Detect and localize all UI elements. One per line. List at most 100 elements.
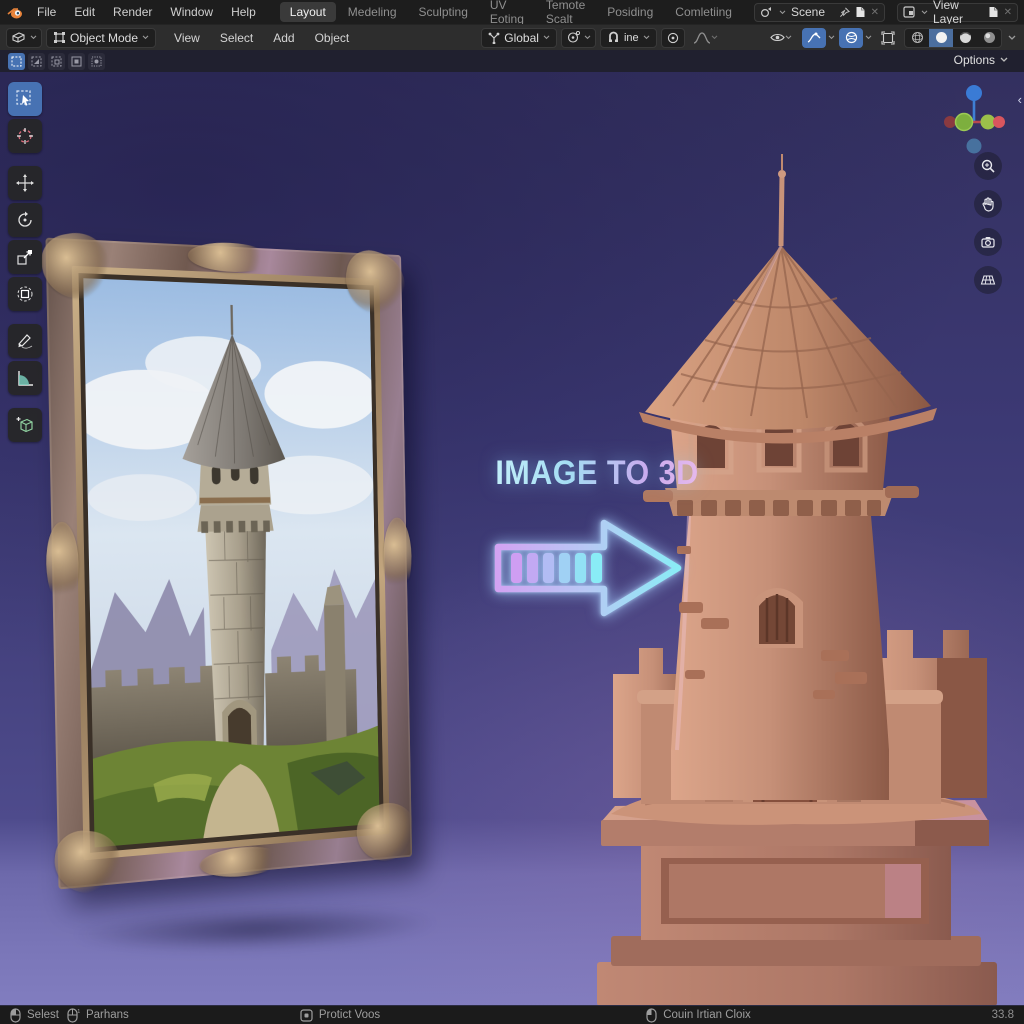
zoom-view-button[interactable] xyxy=(974,152,1002,180)
tab-sculpting[interactable]: Sculpting xyxy=(409,2,478,22)
snapping-selector[interactable]: ine xyxy=(600,28,657,48)
menu-window[interactable]: Window xyxy=(162,2,221,22)
frame-ornament-icon xyxy=(199,844,284,880)
proportional-editing-toggle[interactable] xyxy=(661,28,685,48)
overlay-settings-button[interactable] xyxy=(876,28,900,48)
show-gizmo-dropdown[interactable] xyxy=(764,28,798,48)
camera-view-button[interactable] xyxy=(974,228,1002,256)
menu-help[interactable]: Help xyxy=(223,2,264,22)
mouse-right-icon: 1 xyxy=(67,1008,80,1023)
gizmo-y-axis[interactable] xyxy=(956,114,973,131)
chevron-down-icon[interactable] xyxy=(1008,35,1016,41)
remove-view-layer-icon[interactable]: ✕ xyxy=(1004,7,1012,18)
material-preview-icon xyxy=(959,31,972,44)
menu-render[interactable]: Render xyxy=(105,2,160,22)
sidebar-collapse-icon[interactable]: ‹ xyxy=(1018,92,1022,107)
gizmo-x-axis[interactable] xyxy=(993,116,1005,128)
menu-select[interactable]: Select xyxy=(212,29,261,47)
chevron-down-icon xyxy=(1000,57,1008,63)
unlink-scene-icon[interactable]: ✕ xyxy=(871,7,879,18)
status-pan-hint: 1 Parhans xyxy=(67,1008,129,1023)
tool-cursor[interactable] xyxy=(8,119,42,153)
scene-selector[interactable]: Scene ✕ xyxy=(754,3,885,22)
painting-shadow xyxy=(69,902,440,957)
tab-compositing[interactable]: Comletiing xyxy=(665,2,742,22)
chevron-down-icon[interactable] xyxy=(865,35,872,40)
xray-toggle[interactable] xyxy=(839,28,863,48)
chevron-down-icon xyxy=(142,35,149,40)
select-mode-intersect-button[interactable] xyxy=(88,53,105,70)
pivot-point-selector[interactable] xyxy=(561,28,596,48)
tool-rotate[interactable] xyxy=(8,203,42,237)
mode-selector[interactable]: Object Mode xyxy=(46,28,156,48)
tool-add-cube[interactable] xyxy=(8,408,42,442)
select-mode-new-button[interactable] xyxy=(8,53,25,70)
tool-select-box[interactable] xyxy=(8,82,42,116)
select-mode-invert-button[interactable] xyxy=(68,53,85,70)
svg-text:1: 1 xyxy=(77,1009,80,1015)
tool-annotate[interactable] xyxy=(8,324,42,358)
viewport-header: Object Mode View Select Add Object Globa… xyxy=(0,24,1024,50)
shading-solid-button[interactable] xyxy=(929,29,953,47)
pan-view-button[interactable] xyxy=(974,190,1002,218)
magnet-icon xyxy=(607,31,620,44)
new-scene-icon[interactable] xyxy=(855,6,866,18)
scene-name: Scene xyxy=(791,5,834,19)
blender-logo-icon[interactable] xyxy=(6,5,23,20)
pin-icon[interactable] xyxy=(839,7,850,18)
shading-material-button[interactable] xyxy=(953,29,977,47)
eye-icon xyxy=(770,32,785,43)
chevron-down-icon[interactable] xyxy=(828,35,835,40)
options-label: Options xyxy=(954,53,995,67)
chevron-down-icon xyxy=(779,10,786,15)
menu-add[interactable]: Add xyxy=(265,29,302,47)
menu-object[interactable]: Object xyxy=(307,29,358,47)
tab-modeling[interactable]: Medeling xyxy=(338,2,407,22)
tab-posing[interactable]: Posiding xyxy=(597,2,663,22)
viewport-overlay-icon xyxy=(881,31,895,45)
view-layer-selector[interactable]: View Layer ✕ xyxy=(897,3,1018,22)
select-mode-extend-button[interactable] xyxy=(28,53,45,70)
navigation-gizmo[interactable] xyxy=(942,82,1006,158)
overlays-icon xyxy=(807,32,821,44)
status-key-hint-2: Couin Irtian Cloix xyxy=(646,1008,751,1023)
shading-rendered-button[interactable] xyxy=(977,29,1001,47)
cursor-icon xyxy=(15,126,35,146)
falloff-selector[interactable] xyxy=(689,28,723,48)
rotate-icon xyxy=(15,210,35,230)
framed-painting[interactable] xyxy=(45,238,412,890)
toggle-projection-button[interactable] xyxy=(974,266,1002,294)
tool-measure[interactable] xyxy=(8,361,42,395)
menu-view[interactable]: View xyxy=(166,29,208,47)
editor-type-icon xyxy=(11,31,26,44)
gizmo-x-neg-axis[interactable] xyxy=(944,116,956,128)
tool-scale[interactable] xyxy=(8,240,42,274)
tool-move[interactable] xyxy=(8,166,42,200)
frame-ornament-icon xyxy=(383,517,412,595)
tool-transform[interactable] xyxy=(8,277,42,311)
select-mode-subtract-button[interactable] xyxy=(48,53,65,70)
editor-type-button[interactable] xyxy=(6,28,42,48)
blender-logo-icon xyxy=(6,5,23,20)
tab-layout[interactable]: Layout xyxy=(280,2,336,22)
magnifier-icon xyxy=(980,158,996,174)
gizmo-z-axis[interactable] xyxy=(966,85,982,101)
options-button[interactable]: Options xyxy=(948,51,1014,69)
annotate-pen-icon xyxy=(15,331,35,351)
3d-viewport[interactable]: ‹ xyxy=(0,72,1024,1005)
tool-settings-bar: Options xyxy=(0,50,1024,72)
image-to-3d-caption: IMAGE TO 3D xyxy=(485,454,710,493)
orientation-icon xyxy=(488,31,500,44)
frame-ornament-icon xyxy=(188,241,273,274)
new-view-layer-icon[interactable] xyxy=(988,6,999,18)
statusbar: Selest 1 Parhans Protict Voos Couin Ir xyxy=(0,1005,1024,1024)
menu-edit[interactable]: Edit xyxy=(66,2,103,22)
move-icon xyxy=(15,173,35,193)
scale-icon xyxy=(15,247,35,267)
shading-wireframe-button[interactable] xyxy=(905,29,929,47)
show-overlays-toggle[interactable] xyxy=(802,28,826,48)
neon-arrow-icon xyxy=(488,516,688,620)
transform-orientation-selector[interactable]: Global xyxy=(481,28,557,48)
menu-file[interactable]: File xyxy=(29,2,64,22)
toolbar-left xyxy=(8,82,42,442)
